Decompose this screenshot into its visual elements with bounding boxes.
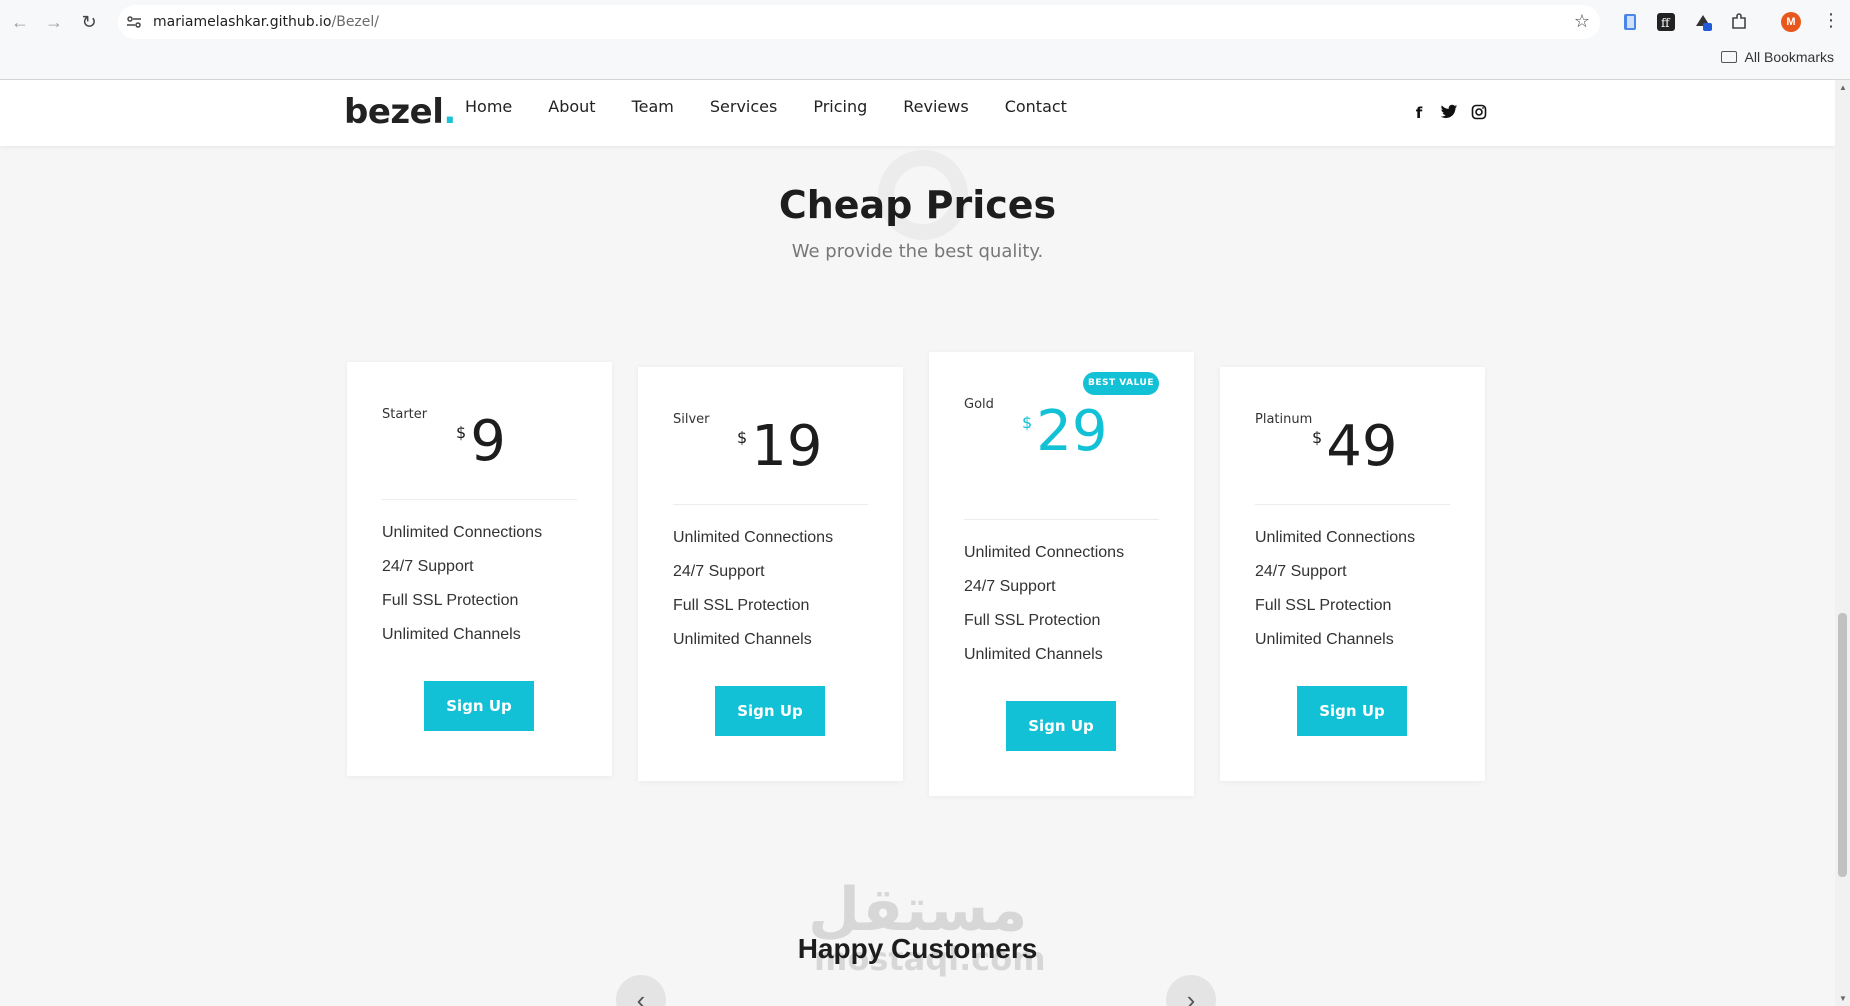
site-info-icon[interactable] bbox=[126, 14, 142, 30]
page-scrollbar[interactable]: ▲ ▼ bbox=[1835, 80, 1850, 1006]
pricing-subtitle: We provide the best quality. bbox=[791, 241, 1044, 262]
carousel-prev-icon[interactable]: ‹ bbox=[616, 975, 666, 1006]
feature-item: Unlimited Connections bbox=[382, 524, 543, 541]
pricing-card-starter: Starter $9 Unlimited Connections 24/7 Su… bbox=[347, 362, 612, 776]
plan-price: $29 bbox=[1022, 399, 1108, 464]
best-value-badge: BEST VALUE bbox=[1083, 372, 1159, 395]
all-bookmarks-button[interactable]: All Bookmarks bbox=[1720, 49, 1834, 65]
scroll-thumb[interactable] bbox=[1838, 613, 1847, 877]
feature-item: 24/7 Support bbox=[1255, 563, 1347, 580]
carousel-next-icon[interactable]: › bbox=[1166, 975, 1216, 1006]
svg-text:ff: ff bbox=[1661, 16, 1671, 30]
browser-toolbar: ← → ↻ mariamelashkar.github.io/Bezel/ ☆ … bbox=[0, 0, 1850, 80]
reload-icon[interactable]: ↻ bbox=[77, 10, 101, 34]
plan-name: Gold bbox=[964, 397, 994, 412]
instagram-icon[interactable] bbox=[1470, 104, 1488, 122]
all-bookmarks-label: All Bookmarks bbox=[1744, 49, 1834, 65]
feature-item: Full SSL Protection bbox=[382, 592, 519, 609]
plan-name: Platinum bbox=[1255, 412, 1313, 427]
site-logo[interactable]: bezel. bbox=[344, 92, 456, 132]
nav-reviews[interactable]: Reviews bbox=[885, 97, 986, 117]
plan-name: Silver bbox=[673, 412, 710, 427]
extensions-puzzle-icon[interactable] bbox=[1729, 12, 1749, 32]
feature-item: Unlimited Channels bbox=[964, 646, 1103, 663]
feature-item: Unlimited Channels bbox=[673, 631, 812, 648]
feature-item: 24/7 Support bbox=[964, 578, 1056, 595]
feature-item: Unlimited Channels bbox=[1255, 631, 1394, 648]
nav-team[interactable]: Team bbox=[614, 97, 692, 117]
watermark-arabic: مستقل bbox=[808, 875, 1028, 945]
signup-button[interactable]: Sign Up bbox=[1297, 686, 1407, 736]
feature-item: Full SSL Protection bbox=[1255, 597, 1392, 614]
feature-list: Unlimited Connections 24/7 Support Full … bbox=[673, 521, 833, 657]
font-extension-icon[interactable]: ff bbox=[1656, 12, 1676, 32]
facebook-icon[interactable]: f bbox=[1410, 104, 1428, 122]
twitter-icon[interactable] bbox=[1440, 104, 1458, 122]
card-divider bbox=[964, 519, 1159, 520]
nav-pricing[interactable]: Pricing bbox=[795, 97, 885, 117]
pricing-card-gold: BEST VALUE Gold $29 Unlimited Connection… bbox=[929, 352, 1194, 796]
signup-button[interactable]: Sign Up bbox=[1006, 701, 1116, 751]
back-icon[interactable]: ← bbox=[8, 10, 32, 34]
main-menu: Home About Team Services Pricing Reviews… bbox=[465, 97, 1085, 117]
plan-name: Starter bbox=[382, 407, 428, 422]
pricing-card-platinum: Platinum $49 Unlimited Connections 24/7 … bbox=[1220, 367, 1485, 781]
signup-button[interactable]: Sign Up bbox=[715, 686, 825, 736]
folder-icon bbox=[1720, 51, 1737, 63]
site-navbar: bezel. Home About Team Services Pricing … bbox=[0, 80, 1835, 146]
testimonials-title: Happy Customers bbox=[797, 933, 1038, 964]
forward-icon[interactable]: → bbox=[42, 10, 66, 34]
feature-item: Full SSL Protection bbox=[673, 597, 810, 614]
plan-price: $49 bbox=[1312, 414, 1398, 479]
feature-list: Unlimited Connections 24/7 Support Full … bbox=[1255, 521, 1415, 657]
nav-about[interactable]: About bbox=[530, 97, 613, 117]
social-links: f bbox=[1410, 104, 1488, 122]
browser-menu-icon[interactable]: ⋮ bbox=[1822, 10, 1840, 31]
feature-item: Unlimited Connections bbox=[964, 544, 1125, 561]
scroll-up-arrow-icon[interactable]: ▲ bbox=[1839, 83, 1847, 92]
feature-item: Unlimited Connections bbox=[1255, 529, 1416, 546]
feature-list: Unlimited Connections 24/7 Support Full … bbox=[382, 516, 542, 652]
feature-list: Unlimited Connections 24/7 Support Full … bbox=[964, 536, 1124, 672]
address-bar[interactable]: mariamelashkar.github.io/Bezel/ ☆ bbox=[118, 5, 1600, 39]
scroll-down-arrow-icon[interactable]: ▼ bbox=[1839, 994, 1847, 1003]
feature-item: 24/7 Support bbox=[673, 563, 765, 580]
pricing-card-silver: Silver $19 Unlimited Connections 24/7 Su… bbox=[638, 367, 903, 781]
profile-avatar[interactable]: M bbox=[1781, 12, 1801, 32]
nav-contact[interactable]: Contact bbox=[987, 97, 1085, 117]
url-text: mariamelashkar.github.io/Bezel/ bbox=[153, 14, 380, 30]
plan-price: $9 bbox=[456, 409, 506, 474]
feature-item: Full SSL Protection bbox=[964, 612, 1101, 629]
nav-services[interactable]: Services bbox=[692, 97, 795, 117]
mostaql-watermark: مستقل mostaql.com bbox=[808, 875, 1046, 980]
signup-button[interactable]: Sign Up bbox=[424, 681, 534, 731]
card-divider bbox=[673, 504, 868, 505]
reader-extension-icon[interactable] bbox=[1620, 12, 1640, 32]
nav-home[interactable]: Home bbox=[465, 97, 530, 117]
tool-extension-icon[interactable] bbox=[1693, 12, 1713, 32]
pricing-title: Cheap Prices bbox=[778, 183, 1057, 227]
card-divider bbox=[1255, 504, 1450, 505]
feature-item: 24/7 Support bbox=[382, 558, 474, 575]
feature-item: Unlimited Channels bbox=[382, 626, 521, 643]
plan-price: $19 bbox=[737, 414, 823, 479]
bookmark-star-icon[interactable]: ☆ bbox=[1574, 11, 1590, 32]
feature-item: Unlimited Connections bbox=[673, 529, 834, 546]
card-divider bbox=[382, 499, 577, 500]
